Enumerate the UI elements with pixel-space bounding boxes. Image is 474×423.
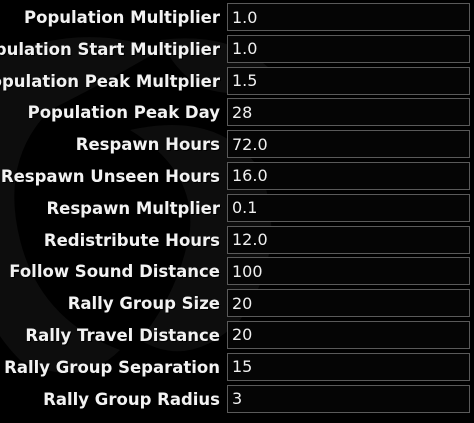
setting-label: Respawn Unseen Hours xyxy=(0,166,220,186)
setting-row-rally-group-separation: Rally Group Separation xyxy=(0,352,474,384)
setting-label: Respawn Multplier xyxy=(46,198,220,218)
setting-row-redistribute-hours: Redistribute Hours xyxy=(0,225,474,257)
setting-row-population-multiplier: Population Multiplier xyxy=(0,2,474,34)
follow-sound-distance-input[interactable] xyxy=(227,257,470,286)
setting-label: Population Start Multiplier xyxy=(0,39,220,59)
redistribute-hours-input[interactable] xyxy=(227,225,470,254)
rally-group-separation-input[interactable] xyxy=(227,352,470,381)
setting-row-rally-travel-distance: Rally Travel Distance xyxy=(0,320,474,352)
respawn-unseen-hours-input[interactable] xyxy=(227,161,470,190)
setting-row-population-peak-day: Population Peak Day xyxy=(0,97,474,129)
setting-label: Rally Travel Distance xyxy=(25,325,220,345)
setting-label: Population Peak Multplier xyxy=(0,71,220,91)
setting-row-rally-group-size: Rally Group Size xyxy=(0,288,474,320)
setting-label: Population Peak Day xyxy=(27,103,220,123)
rally-travel-distance-input[interactable] xyxy=(227,320,470,349)
setting-label: Population Multiplier xyxy=(24,8,220,27)
setting-label: Rally Group Size xyxy=(67,294,220,314)
zombie-settings-panel: Population Multiplier Population Start M… xyxy=(0,0,474,423)
setting-label: Rally Group Radius xyxy=(43,389,220,409)
setting-row-respawn-unseen-hours: Respawn Unseen Hours xyxy=(0,161,474,193)
setting-label: Respawn Hours xyxy=(75,135,220,155)
setting-row-follow-sound-distance: Follow Sound Distance xyxy=(0,256,474,288)
respawn-multiplier-input[interactable] xyxy=(227,193,470,222)
setting-label: Redistribute Hours xyxy=(43,230,220,250)
respawn-hours-input[interactable] xyxy=(227,130,470,159)
setting-row-rally-group-radius: Rally Group Radius xyxy=(0,384,474,416)
rally-group-size-input[interactable] xyxy=(227,289,470,318)
population-peak-day-input[interactable] xyxy=(227,98,470,127)
population-multiplier-input[interactable] xyxy=(227,3,470,31)
setting-row-population-peak-multiplier: Population Peak Multplier xyxy=(0,66,474,98)
settings-list: Population Multiplier Population Start M… xyxy=(0,2,474,415)
setting-row-respawn-multiplier: Respawn Multplier xyxy=(0,193,474,225)
setting-label: Rally Group Separation xyxy=(4,357,220,377)
population-start-multiplier-input[interactable] xyxy=(227,34,470,63)
setting-label: Follow Sound Distance xyxy=(9,262,220,282)
setting-row-population-start-multiplier: Population Start Multiplier xyxy=(0,34,474,66)
setting-row-respawn-hours: Respawn Hours xyxy=(0,129,474,161)
rally-group-radius-input[interactable] xyxy=(227,384,470,413)
population-peak-multiplier-input[interactable] xyxy=(227,66,470,95)
